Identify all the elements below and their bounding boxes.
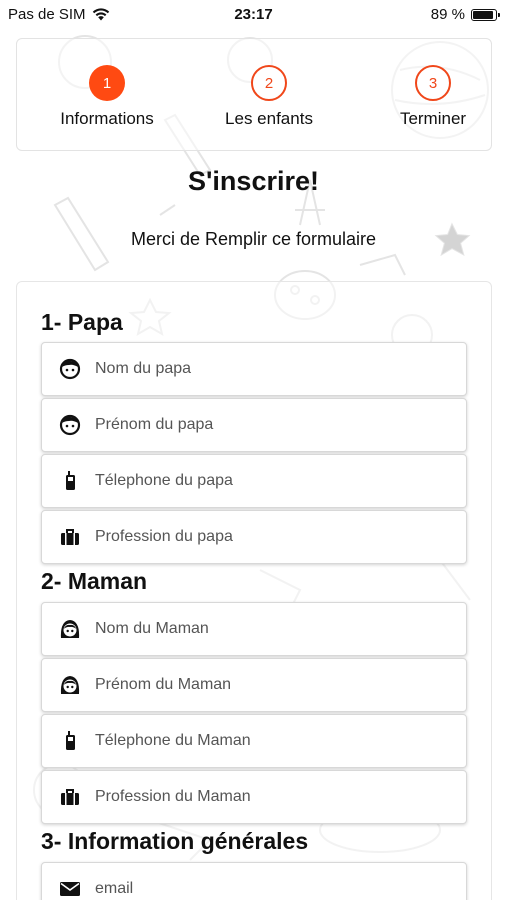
step-label: Terminer [399, 109, 467, 128]
maman-first-name-input[interactable] [95, 676, 455, 694]
step-number-circle: 3 [415, 65, 451, 101]
papa-first-name-field[interactable] [41, 398, 467, 452]
step-terminer[interactable]: 3 Terminer [363, 65, 503, 129]
papa-phone-field[interactable] [41, 454, 467, 508]
briefcase-icon [57, 524, 83, 550]
envelope-icon [57, 876, 83, 900]
email-input[interactable] [95, 880, 455, 898]
papa-profession-field[interactable] [41, 510, 467, 564]
maman-profession-field[interactable] [41, 770, 467, 824]
papa-first-name-input[interactable] [95, 416, 455, 434]
status-bar: Pas de SIM 23:17 89 % [0, 0, 507, 30]
section-title-maman: 2- Maman [41, 568, 148, 594]
papa-phone-input[interactable] [95, 472, 455, 490]
maman-phone-field[interactable] [41, 714, 467, 768]
page-title: S'inscrire! [188, 166, 319, 196]
papa-last-name-field[interactable] [41, 342, 467, 396]
battery-percentage: 89 % [430, 6, 465, 23]
maman-profession-input[interactable] [95, 788, 455, 806]
step-label: Informations [60, 109, 154, 128]
step-number-circle: 2 [251, 65, 287, 101]
briefcase-icon [57, 784, 83, 810]
step-number-circle: 1 [89, 65, 125, 101]
section-title-papa: 1- Papa [41, 309, 123, 335]
step-les-enfants[interactable]: 2 Les enfants [199, 65, 339, 129]
maman-phone-input[interactable] [95, 732, 455, 750]
maman-last-name-input[interactable] [95, 620, 455, 638]
battery-icon [471, 8, 500, 21]
page-subtitle: Merci de Remplir ce formulaire [130, 229, 377, 249]
maman-last-name-field[interactable] [41, 602, 467, 656]
section-title-general: 3- Information générales [41, 828, 309, 854]
papa-profession-input[interactable] [95, 528, 455, 546]
step-informations[interactable]: 1 Informations [37, 65, 177, 129]
battery-fill [473, 10, 493, 19]
boy-face-icon [57, 412, 83, 438]
battery-indicator: 89 % [430, 6, 500, 23]
step-label: Les enfants [225, 109, 313, 128]
registration-stepper: 1 Informations 2 Les enfants 3 Terminer [16, 38, 492, 151]
boy-face-icon [57, 356, 83, 382]
papa-last-name-input[interactable] [95, 360, 455, 378]
phone-icon [57, 728, 83, 754]
phone-icon [57, 468, 83, 494]
girl-face-icon [57, 672, 83, 698]
email-field[interactable] [41, 862, 467, 900]
maman-first-name-field[interactable] [41, 658, 467, 712]
girl-face-icon [57, 616, 83, 642]
